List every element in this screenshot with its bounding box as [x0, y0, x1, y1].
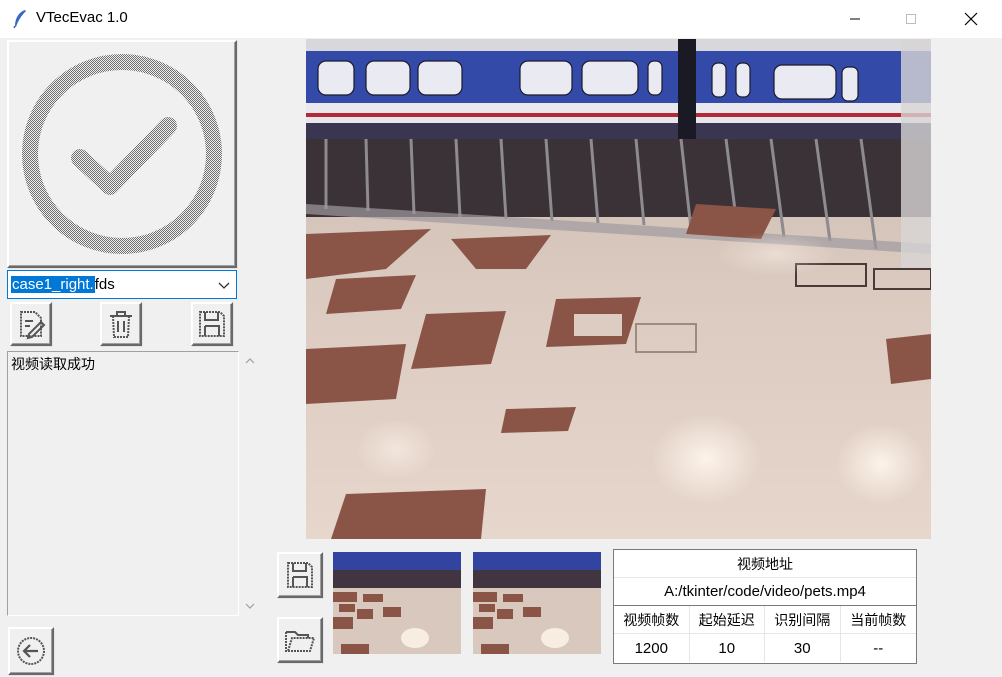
back-arrow-icon	[17, 637, 45, 665]
video-frame	[306, 39, 931, 539]
column-header-frames: 视频帧数	[614, 606, 690, 634]
video-address-header: 视频地址	[614, 550, 916, 578]
edit-button[interactable]	[10, 302, 52, 346]
back-button[interactable]	[8, 627, 54, 675]
scroll-down-icon[interactable]	[243, 599, 257, 613]
open-folder-button[interactable]	[277, 617, 323, 663]
window-title: VTecEvac 1.0	[36, 9, 128, 26]
value-interval: 30	[765, 634, 841, 662]
case-file-selected-text: case1_right.	[11, 276, 95, 293]
column-header-current-frame: 当前帧数	[840, 606, 916, 634]
video-info-panel: 视频地址 A:/tkinter/code/video/pets.mp4 视频帧数…	[613, 549, 917, 664]
feather-icon	[13, 10, 26, 29]
log-scrollbar[interactable]	[240, 351, 260, 616]
video-address-value: A:/tkinter/code/video/pets.mp4	[614, 578, 916, 606]
checkmark-circle-icon	[22, 54, 222, 254]
close-button[interactable]	[948, 0, 994, 38]
video-thumbnail-1	[333, 552, 461, 654]
maximize-button[interactable]	[888, 0, 934, 38]
scroll-up-icon[interactable]	[243, 354, 257, 368]
value-current-frame: --	[873, 639, 884, 657]
chevron-down-icon[interactable]	[216, 277, 232, 293]
value-frames: 1200	[614, 634, 690, 662]
edit-icon	[20, 311, 46, 340]
log-message: 视频读取成功	[11, 357, 95, 373]
video-thumbnail-2	[473, 552, 601, 654]
trash-icon	[110, 311, 132, 338]
maximize-icon	[906, 14, 916, 24]
column-header-start-delay: 起始延迟	[689, 606, 765, 634]
save-icon	[199, 311, 225, 337]
folder-open-icon	[285, 631, 316, 652]
save-icon	[287, 562, 313, 588]
status-check-button[interactable]	[7, 40, 237, 268]
column-header-interval: 识别间隔	[765, 606, 841, 634]
log-textarea[interactable]: 视频读取成功	[7, 351, 239, 616]
minimize-icon	[850, 18, 860, 20]
delete-button[interactable]	[100, 302, 142, 346]
case-file-select[interactable]: case1_right. fds	[7, 270, 237, 299]
info-header-row: 视频帧数 起始延迟 识别间隔 当前帧数	[614, 606, 916, 634]
minimize-button[interactable]	[832, 0, 878, 38]
value-start-delay: 10	[690, 634, 765, 662]
info-value-row: 1200 10 30 --	[614, 634, 916, 662]
case-file-rest-text: fds	[94, 276, 115, 293]
save-video-button[interactable]	[277, 552, 323, 598]
close-icon	[964, 12, 978, 26]
save-button[interactable]	[191, 302, 233, 346]
